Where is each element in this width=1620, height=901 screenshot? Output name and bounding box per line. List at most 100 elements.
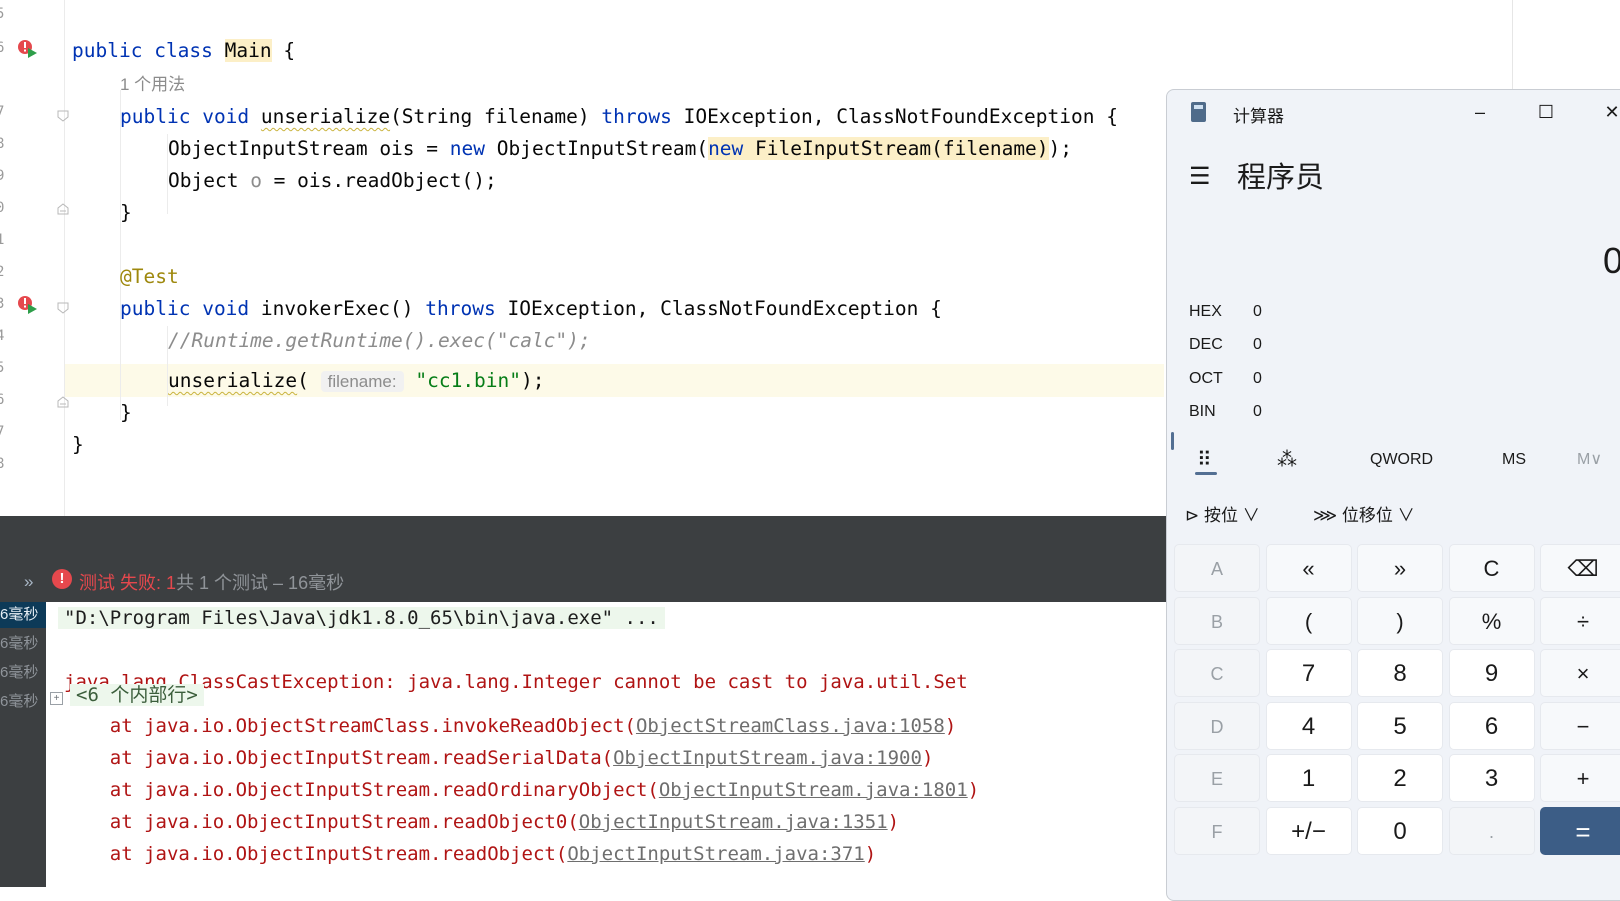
key-decimal[interactable]: . (1448, 806, 1535, 855)
line-number: 8 (0, 136, 5, 152)
calculator-titlebar[interactable]: 计算器 – ☐ ✕ (1167, 90, 1620, 136)
stack-frame-link[interactable]: ObjectInputStream.java:1351 (579, 811, 888, 833)
stack-frame: at java.io.ObjectInputStream.readSerialD… (64, 747, 934, 769)
key-0[interactable]: 0 (1357, 806, 1443, 855)
test-tree-item[interactable]: 6毫秒 (0, 602, 46, 628)
selected-radix-indicator (1171, 432, 1174, 450)
error-icon: ! (52, 569, 72, 589)
calculator-app-icon (1191, 102, 1206, 122)
key-subtract[interactable]: − (1540, 701, 1620, 750)
line-number: 7 (0, 104, 5, 120)
code-line-ois: ObjectInputStream ois = new ObjectInputS… (168, 137, 1073, 160)
run-class-icon[interactable] (16, 38, 38, 60)
console-command-line: "D:\Program Files\Java\jdk1.8.0_65\bin\j… (58, 602, 665, 634)
key-c[interactable]: C (1174, 649, 1260, 697)
memory-menu-button[interactable]: M∨ (1577, 442, 1602, 478)
stack-frame-link[interactable]: ObjectInputStream.java:1900 (613, 747, 922, 769)
key-a[interactable]: A (1174, 544, 1260, 592)
result-display: 0 (1603, 240, 1620, 282)
indent-guide (120, 90, 121, 420)
key-close-paren[interactable]: ) (1357, 596, 1443, 645)
code-line-comment: //Runtime.getRuntime().exec("calc"); (168, 329, 591, 352)
stack-frame-link[interactable]: ObjectInputStream.java:371 (567, 843, 864, 865)
line-number: 6 (0, 40, 5, 56)
key-multiply[interactable]: × (1540, 649, 1620, 697)
key-5[interactable]: 5 (1357, 701, 1443, 750)
radix-oct[interactable]: OCT 0 (1189, 364, 1262, 394)
stack-frame-link[interactable]: ObjectInputStream.java:1801 (659, 779, 968, 801)
bitwise-icon: ⊳ (1185, 506, 1200, 525)
line-number: 1 (0, 232, 5, 248)
backspace-icon[interactable]: ⌫ (1540, 544, 1620, 592)
test-status: 测试 失败: 1共 1 个测试 – 16毫秒 (79, 573, 345, 593)
stack-frame: at java.io.ObjectStreamClass.invokeReadO… (64, 715, 957, 737)
stack-frame: at java.io.ObjectInputStream.readObject0… (64, 811, 900, 833)
key-6[interactable]: 6 (1448, 701, 1535, 750)
key-d[interactable]: D (1174, 701, 1260, 750)
line-number: 5 (0, 6, 5, 22)
line-number: 9 (0, 168, 5, 184)
word-size-button[interactable]: QWORD (1370, 442, 1433, 478)
bitshift-dropdown[interactable]: ⋙ 位移位 ∨ (1313, 500, 1415, 532)
console-inner-rows[interactable]: <6 个内部行> (70, 679, 204, 711)
line-number: 6 (0, 392, 5, 408)
fold-icon[interactable] (57, 110, 69, 122)
fold-icon[interactable] (57, 396, 69, 408)
key-e[interactable]: E (1174, 754, 1260, 802)
key-9[interactable]: 9 (1448, 649, 1535, 697)
key-1[interactable]: 1 (1265, 754, 1352, 802)
param-hint: filename: (320, 371, 404, 392)
key-4[interactable]: 4 (1265, 701, 1352, 750)
line-number: 0 (0, 200, 5, 216)
test-tree-item[interactable]: 6毫秒 (0, 660, 46, 686)
test-tree-item[interactable]: 6毫秒 (0, 689, 46, 715)
radix-hex[interactable]: HEX 0 (1189, 297, 1262, 327)
bitwise-dropdown[interactable]: ⊳ 按位 ∨ (1185, 500, 1260, 532)
stack-frame-link[interactable]: ObjectStreamClass.java:1058 (636, 715, 945, 737)
radix-dec[interactable]: DEC 0 (1189, 330, 1262, 360)
key-divide[interactable]: ÷ (1540, 596, 1620, 645)
key-clear[interactable]: C (1448, 544, 1535, 592)
maximize-icon[interactable]: ☐ (1523, 96, 1569, 128)
hamburger-menu-icon[interactable]: ☰ (1189, 162, 1211, 191)
usage-hint[interactable]: 1 个用法 (120, 70, 185, 95)
key-8[interactable]: 8 (1357, 649, 1443, 697)
minimize-icon[interactable]: – (1457, 96, 1503, 128)
code-line-close: } (72, 433, 84, 456)
test-tree: 6毫秒 6毫秒 6毫秒 6毫秒 (0, 602, 46, 887)
stack-frame: at java.io.ObjectInputStream.readObject(… (64, 843, 877, 865)
key-shift-right[interactable]: » (1357, 544, 1443, 592)
key-7[interactable]: 7 (1265, 649, 1352, 697)
keypad-tab-indicator (1195, 472, 1217, 475)
expand-chevron-icon[interactable]: » (24, 572, 33, 592)
window-title: 计算器 (1233, 107, 1284, 126)
code-line-close: } (120, 401, 132, 424)
key-open-paren[interactable]: ( (1265, 596, 1352, 645)
calculator-mode-title: 程序员 (1237, 162, 1325, 194)
key-equals[interactable]: = (1540, 806, 1620, 855)
run-test-icon[interactable] (16, 294, 38, 316)
test-tree-item[interactable]: 6毫秒 (0, 631, 46, 657)
key-negate[interactable]: +/− (1265, 806, 1352, 855)
key-add[interactable]: + (1540, 754, 1620, 802)
key-percent[interactable]: % (1448, 596, 1535, 645)
code-line-method-unserialize: public void unserialize(String filename)… (120, 105, 1118, 128)
key-3[interactable]: 3 (1448, 754, 1535, 802)
code-line-annotation: @Test (120, 265, 179, 288)
key-2[interactable]: 2 (1357, 754, 1443, 802)
expand-plus-icon[interactable]: + (50, 692, 63, 705)
stack-frame: at java.io.ObjectInputStream.readOrdinar… (64, 779, 980, 801)
bit-toggle-icon[interactable]: ⁂ (1277, 442, 1297, 478)
key-b[interactable]: B (1174, 596, 1260, 645)
radix-bin[interactable]: BIN 0 (1189, 397, 1262, 427)
key-f[interactable]: F (1174, 806, 1260, 855)
line-number: 3 (0, 296, 5, 312)
line-number: 8 (0, 456, 5, 472)
memory-store-button[interactable]: MS (1502, 442, 1526, 478)
key-shift-left[interactable]: « (1265, 544, 1352, 592)
close-icon[interactable]: ✕ (1589, 96, 1620, 128)
fold-icon[interactable] (57, 302, 69, 314)
fold-icon[interactable] (57, 203, 69, 215)
line-number-gutter: 5 6 7 8 9 0 1 2 3 4 5 6 7 8 (0, 0, 69, 516)
class-name: Main (224, 39, 272, 62)
